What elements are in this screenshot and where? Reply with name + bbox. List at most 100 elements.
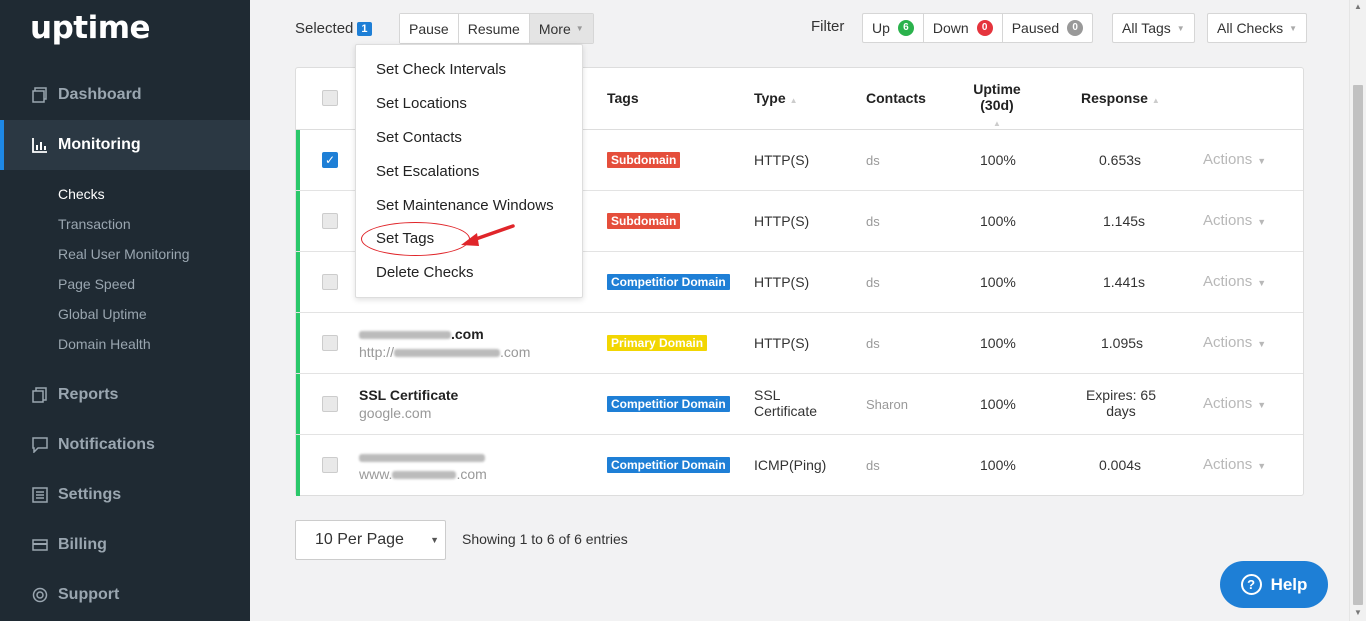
tag-badge: Subdomain <box>607 152 681 168</box>
menu-set-tags[interactable]: Set Tags <box>376 230 434 247</box>
scroll-up-icon[interactable]: ▲ <box>1354 2 1362 11</box>
actions-dropdown[interactable]: Actions ▼ <box>1203 151 1266 168</box>
uptime-header[interactable]: Uptime (30d) ▲ <box>955 81 1039 129</box>
menu-set-locations[interactable]: Set Locations <box>376 95 467 112</box>
type-line-2: Certificate <box>754 403 818 419</box>
subnav-global-uptime[interactable]: Global Uptime <box>58 306 147 322</box>
nav-reports[interactable]: Reports <box>0 370 250 420</box>
uptime-logo[interactable]: uptime <box>30 10 151 46</box>
more-dropdown-menu: Set Check Intervals Set Locations Set Co… <box>355 44 583 298</box>
all-checks-dropdown[interactable]: All Checks ▼ <box>1207 13 1308 43</box>
filter-down-button[interactable]: Down 0 <box>924 14 1003 42</box>
nav-support[interactable]: Support <box>0 570 250 620</box>
select-all-checkbox[interactable] <box>322 90 338 106</box>
response-cell: 1.095s <box>1101 335 1144 351</box>
contact-cell: ds <box>866 336 880 351</box>
menu-set-check-intervals[interactable]: Set Check Intervals <box>376 61 506 78</box>
contacts-header: Contacts <box>866 90 926 106</box>
filter-paused-button[interactable]: Paused 0 <box>1003 14 1092 42</box>
row-checkbox[interactable]: ✓ <box>322 152 338 168</box>
menu-delete-checks[interactable]: Delete Checks <box>376 264 474 281</box>
actions-label: Actions <box>1203 456 1253 473</box>
subnav-domain-health[interactable]: Domain Health <box>58 336 151 352</box>
redacted-text <box>392 471 457 480</box>
support-icon <box>32 587 48 603</box>
row-checkbox[interactable] <box>322 396 338 412</box>
vertical-scrollbar[interactable]: ▲ ▼ <box>1349 0 1366 621</box>
pause-button[interactable]: Pause <box>400 14 459 43</box>
type-header-label: Type <box>754 90 786 106</box>
subnav-page-speed[interactable]: Page Speed <box>58 276 135 292</box>
check-name[interactable]: SSL Certificate <box>359 387 458 403</box>
table-row[interactable]: SSL Certificate google.com Competitior D… <box>296 374 1303 435</box>
menu-set-escalations[interactable]: Set Escalations <box>376 163 479 180</box>
nav-billing[interactable]: Billing <box>0 520 250 570</box>
chevron-down-icon: ▼ <box>1257 156 1267 166</box>
chevron-down-icon: ▼ <box>430 535 439 545</box>
menu-set-maintenance-windows[interactable]: Set Maintenance Windows <box>376 197 554 214</box>
all-checks-label: All Checks <box>1217 20 1284 36</box>
chevron-down-icon: ▼ <box>1257 217 1267 227</box>
nav-monitoring[interactable]: Monitoring <box>0 120 250 170</box>
actions-dropdown[interactable]: Actions ▼ <box>1203 395 1266 412</box>
scrollbar-thumb[interactable] <box>1353 85 1363 605</box>
row-checkbox[interactable] <box>322 335 338 351</box>
table-row[interactable]: .com http://.com Primary Domain HTTP(S) … <box>296 313 1303 374</box>
selected-count-badge: 1 <box>357 22 372 36</box>
response-header-label: Response <box>1081 90 1148 106</box>
nav-dashboard[interactable]: Dashboard <box>0 70 250 120</box>
check-name[interactable] <box>359 449 485 465</box>
resume-button[interactable]: Resume <box>458 14 530 43</box>
more-button[interactable]: More ▼ <box>529 14 593 43</box>
type-header[interactable]: Type ▲ <box>754 90 798 106</box>
billing-icon <box>32 539 48 551</box>
status-up-bar <box>296 374 300 434</box>
subnav-real-user-monitoring[interactable]: Real User Monitoring <box>58 246 190 262</box>
row-checkbox[interactable] <box>322 274 338 290</box>
nav-notifications[interactable]: Notifications <box>0 420 250 470</box>
redacted-text <box>359 331 451 340</box>
check-name[interactable]: .com <box>359 326 484 342</box>
chevron-down-icon: ▼ <box>1257 339 1267 349</box>
sidebar: uptime Dashboard Monitoring Checks Trans… <box>0 0 250 621</box>
nav-settings-label: Settings <box>58 486 122 503</box>
contact-cell: ds <box>866 458 880 473</box>
nav-settings[interactable]: Settings <box>0 470 250 520</box>
tag-badge: Competitior Domain <box>607 457 730 473</box>
chart-icon <box>32 138 47 153</box>
per-page-select[interactable]: 10 Per Page ▼ <box>295 520 446 560</box>
scroll-down-icon[interactable]: ▼ <box>1354 608 1362 617</box>
tag-badge: Subdomain <box>607 213 681 229</box>
actions-dropdown[interactable]: Actions ▼ <box>1203 212 1266 229</box>
chevron-down-icon: ▼ <box>1257 461 1267 471</box>
subnav-transaction[interactable]: Transaction <box>58 216 131 232</box>
table-row[interactable]: www. .com Competitior Domain ICMP(Ping) d… <box>296 435 1303 496</box>
nav-monitoring-label: Monitoring <box>58 136 141 153</box>
actions-dropdown[interactable]: Actions ▼ <box>1203 456 1266 473</box>
nav-billing-label: Billing <box>58 536 107 553</box>
actions-dropdown[interactable]: Actions ▼ <box>1203 273 1266 290</box>
row-checkbox[interactable] <box>322 457 338 473</box>
help-button[interactable]: ? Help <box>1220 561 1328 608</box>
filter-up-button[interactable]: Up 6 <box>863 14 924 42</box>
down-count-badge: 0 <box>976 20 993 36</box>
type-cell: SSL Certificate <box>754 387 817 419</box>
actions-dropdown[interactable]: Actions ▼ <box>1203 334 1266 351</box>
status-filter-group: Up 6 Down 0 Paused 0 <box>862 13 1094 43</box>
help-label: Help <box>1270 574 1308 594</box>
check-url-prefix: www. <box>359 466 393 482</box>
response-header[interactable]: Response ▲ <box>1081 90 1160 106</box>
menu-set-contacts[interactable]: Set Contacts <box>376 129 462 146</box>
actions-label: Actions <box>1203 212 1253 229</box>
all-tags-dropdown[interactable]: All Tags ▼ <box>1112 13 1195 43</box>
check-url-suffix: .com <box>456 466 487 482</box>
more-label: More <box>538 20 571 37</box>
contact-cell: ds <box>866 153 880 168</box>
tags-header: Tags <box>607 90 639 106</box>
chevron-down-icon: ▼ <box>1176 23 1185 33</box>
actions-label: Actions <box>1203 273 1253 290</box>
check-url: www. .com <box>359 466 487 482</box>
row-checkbox[interactable] <box>322 213 338 229</box>
subnav-checks[interactable]: Checks <box>58 186 105 202</box>
actions-label: Actions <box>1203 395 1253 412</box>
